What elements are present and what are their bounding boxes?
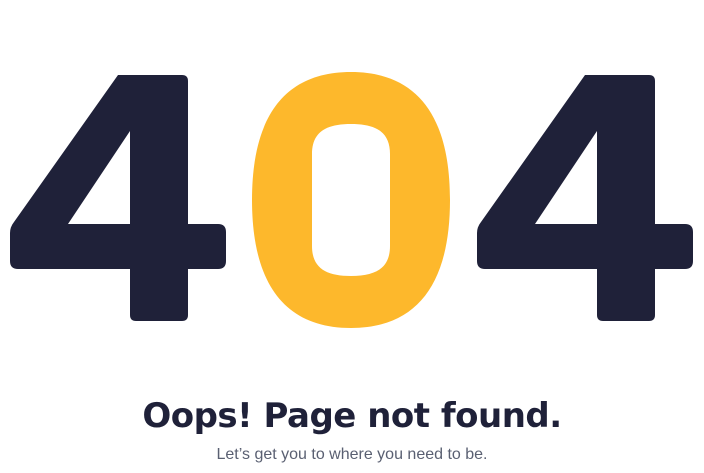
error-digit-4-left (10, 40, 226, 360)
error-code-404 (0, 0, 704, 360)
not-found-page: Oops! Page not found. Let’s get you to w… (0, 0, 704, 473)
page-subtitle: Let’s get you to where you need to be. (216, 446, 488, 463)
error-digit-4-right (477, 40, 693, 360)
error-digit-0 (252, 40, 450, 360)
page-title: Oops! Page not found. (142, 396, 562, 436)
